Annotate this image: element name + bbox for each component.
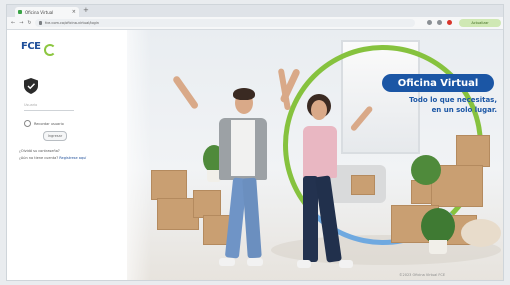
woman-top [303,126,337,178]
footer-text: ©2023 Oficina Virtual FCE [399,273,446,277]
man-left-arm [171,74,200,111]
extension-icon[interactable] [427,20,432,25]
extension-icon[interactable] [447,20,452,25]
username-placeholder: Usuario [24,103,38,107]
man-hair [233,88,255,100]
remember-label: Recordar usuario [34,121,64,126]
hero-image [111,30,503,280]
remember-checkbox[interactable] [24,120,31,127]
lock-icon [39,21,42,25]
man-shoe [247,258,263,266]
browser-tab[interactable]: Oficina Virtual × [15,7,79,17]
woman-shoe [297,260,311,268]
tab-title: Oficina Virtual [25,9,54,15]
pouf [461,219,501,247]
register-prefix: ¿Aún no tiene cuenta? [19,156,59,160]
forward-icon[interactable]: → [19,20,23,26]
man-tshirt [231,120,255,176]
man-leg [242,177,262,259]
login-panel: FCE Usuario Recordar usuario Ingresar ¿O… [7,30,127,280]
moving-box [151,170,187,200]
tab-bar: Oficina Virtual × + [7,5,503,17]
extension-icon[interactable] [437,20,442,25]
page-content: Oficina Virtual Todo lo que necesitas, e… [7,30,503,280]
moving-box [351,175,375,195]
url-field[interactable]: fce.com.co/oficina-virtual/login [35,19,415,27]
hero-tagline: Todo lo que necesitas, [409,96,497,104]
remember-user[interactable]: Recordar usuario [24,120,64,127]
profile-button[interactable]: Actualizar [459,19,501,27]
hero-tagline: en un solo lugar. [431,106,497,114]
moving-box [193,190,221,218]
address-bar: ← → ↻ fce.com.co/oficina-virtual/login A… [7,17,503,30]
man-shoe [219,258,235,266]
register-line: ¿Aún no tiene cuenta? Regístrese aquí [19,156,86,160]
plant [411,155,441,185]
favicon-icon [18,10,22,14]
back-icon[interactable]: ← [11,20,15,26]
moving-box [456,135,490,167]
url-text: fce.com.co/oficina-virtual/login [45,21,99,25]
woman-shoe [339,260,353,268]
register-link[interactable]: Regístrese aquí [59,156,86,160]
browser-window: Oficina Virtual × + ← → ↻ fce.com.co/ofi… [6,4,504,281]
brand-logo: FCE [21,41,41,52]
hero-banner-title: Oficina Virtual [382,74,494,92]
close-tab-icon[interactable]: × [72,9,76,15]
reload-icon[interactable]: ↻ [27,20,31,26]
new-tab-icon[interactable]: + [83,6,89,14]
woman-head [311,100,327,120]
login-button[interactable]: Ingresar [43,131,67,141]
logo-mark-icon [44,44,56,56]
shield-check-icon [24,78,38,98]
username-field[interactable]: Usuario [24,100,74,111]
forgot-password-link[interactable]: ¿Olvidó su contraseña? [19,149,60,153]
plant-pot [429,240,447,254]
plant [421,208,455,244]
